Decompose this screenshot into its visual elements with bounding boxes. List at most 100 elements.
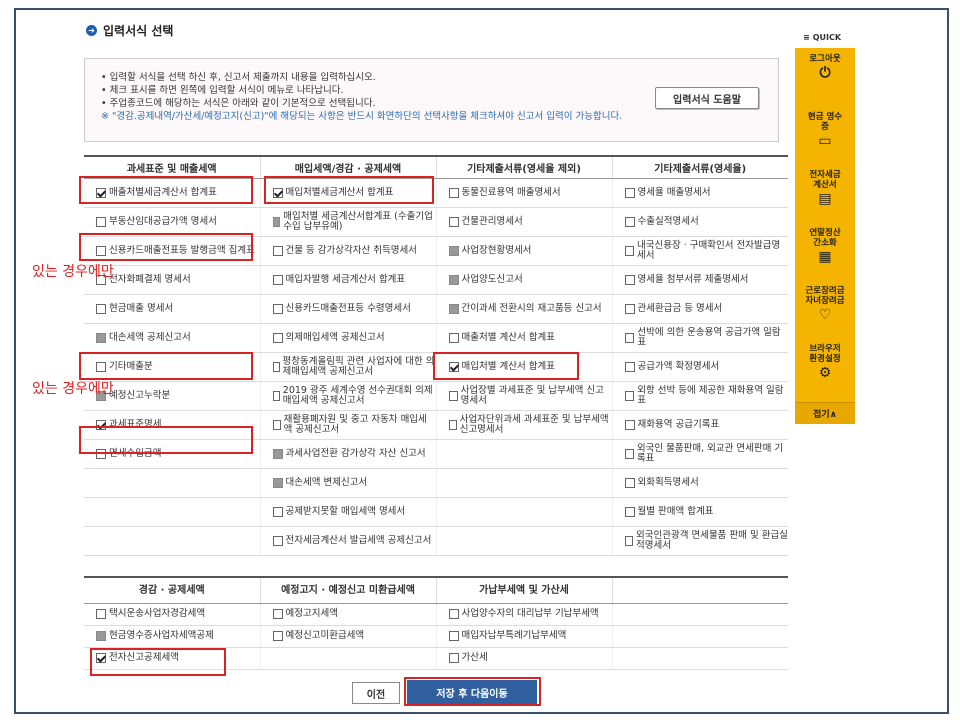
quick-item[interactable]: 연말정산 간소화 ▦ — [795, 228, 855, 286]
form-option-cell[interactable]: 영세율 매출명세서 — [611, 178, 789, 208]
checkbox[interactable] — [96, 609, 106, 619]
checkbox[interactable] — [448, 419, 457, 430]
form-option[interactable]: 현금영수증사업자세액공제 — [96, 631, 260, 641]
form-option-cell[interactable]: 월별 판매액 합계표 — [611, 497, 789, 527]
form-option[interactable]: 영세율 첨부서류 제출명세서 — [624, 274, 789, 285]
form-option[interactable]: 사업양도신고서 — [448, 274, 612, 285]
form-option[interactable]: 부동산임대공급가액 명세서 — [96, 216, 260, 227]
checkbox[interactable] — [624, 506, 635, 517]
form-option-cell[interactable]: 사업양수자의 대리납부 기납부세액 — [435, 603, 612, 626]
form-option[interactable]: 대손세액 변제신고서 — [272, 477, 436, 488]
form-option[interactable]: 공급가액 확정명세서 — [624, 361, 789, 372]
checkbox[interactable] — [272, 245, 283, 256]
form-option[interactable]: 외국인관광객 면세물품 판매 및 환급실적명세서 — [624, 530, 789, 551]
form-option[interactable]: 공제받지못할 매입세액 명세서 — [272, 506, 436, 517]
form-option-cell[interactable]: 사업장현황명세서 — [435, 236, 612, 266]
form-option-cell[interactable]: 신용카드매출전표등 수령명세서 — [259, 294, 436, 324]
form-option[interactable]: 동물진료용역 매출명세서 — [448, 187, 612, 198]
checkbox[interactable] — [624, 187, 635, 198]
form-option-cell[interactable]: 수출실적명세서 — [611, 207, 789, 237]
form-option-cell[interactable]: 택시운송사업자경감세액 — [84, 603, 260, 626]
checkbox[interactable] — [272, 390, 280, 401]
form-option-cell[interactable]: 내국신용장 · 구매확인서 전자발급명세서 — [611, 236, 788, 266]
fold-button[interactable]: 접기∧ — [795, 402, 855, 424]
checkbox[interactable] — [624, 332, 635, 343]
form-option[interactable]: 수출실적명세서 — [624, 216, 789, 227]
form-option[interactable]: 외국인 물품판매, 외교관 면세판매 기록표 — [624, 443, 789, 464]
checkbox[interactable] — [624, 390, 635, 401]
checkbox[interactable] — [448, 631, 459, 641]
form-option-cell[interactable]: 재활용폐자원 및 중고 자동차 매입세액 공제신고서 — [259, 410, 436, 440]
form-option-cell[interactable]: 외항 선박 등에 제공한 재화용역 일람표 — [611, 381, 788, 411]
quick-item[interactable]: 브라우저 환경설정 ⚙ — [795, 344, 855, 402]
form-option-cell[interactable]: 사업자단위과세 과세표준 및 납부세액 신고명세서 — [435, 410, 612, 440]
checkbox[interactable] — [624, 216, 635, 227]
checkbox[interactable] — [272, 631, 283, 641]
checkbox[interactable] — [272, 274, 283, 285]
form-option-cell[interactable]: 현금영수증사업자세액공제 — [84, 625, 260, 648]
checkbox[interactable] — [624, 535, 633, 546]
form-option-cell[interactable]: 평창동계올림픽 관련 사업자에 대한 의제매입세액 공제신고서 — [259, 352, 436, 382]
checkbox[interactable] — [448, 216, 459, 227]
quick-item[interactable]: 로그아웃 ⏻ — [795, 54, 855, 112]
form-option[interactable]: 예정신고미환급세액 — [272, 631, 436, 641]
form-option[interactable]: 사업장별 과세표준 및 납부세액 신고명세서 — [448, 385, 612, 406]
checkbox[interactable] — [624, 274, 635, 285]
form-option[interactable]: 사업자단위과세 과세표준 및 납부세액 신고명세서 — [448, 414, 612, 435]
form-option[interactable]: 간이과세 전환시의 재고품등 신고서 — [448, 303, 612, 314]
form-option[interactable]: 가산세 — [448, 653, 612, 663]
checkbox[interactable] — [272, 332, 283, 343]
checkbox[interactable] — [624, 419, 635, 430]
form-option-cell[interactable]: 사업장별 과세표준 및 납부세액 신고명세서 — [435, 381, 612, 411]
form-option-cell[interactable]: 재화용역 공급기록표 — [611, 410, 789, 440]
form-option[interactable]: 건물 등 감가상각자산 취득명세서 — [272, 245, 436, 256]
quick-item[interactable]: 현금 영수증 ▭ — [795, 112, 855, 170]
checkbox[interactable] — [448, 609, 459, 619]
form-option[interactable]: 과세사업전환 감가상각 자산 신고서 — [272, 448, 436, 459]
form-option[interactable]: 선박에 의한 운송용역 공급가액 일람표 — [624, 327, 789, 348]
form-option-cell[interactable]: 간이과세 전환시의 재고품등 신고서 — [435, 294, 612, 324]
checkbox[interactable] — [448, 332, 459, 343]
form-option-cell[interactable]: 현금매출 명세서 — [84, 294, 260, 324]
form-option-cell[interactable]: 사업양도신고서 — [435, 265, 612, 295]
form-option-cell[interactable]: 부동산임대공급가액 명세서 — [84, 207, 260, 237]
checkbox[interactable] — [448, 653, 459, 663]
form-option-cell[interactable]: 공제받지못할 매입세액 명세서 — [259, 497, 436, 527]
form-option[interactable]: 전자화폐결제 명세서 — [96, 274, 260, 285]
form-option[interactable]: 매입자납부특례기납부세액 — [448, 631, 612, 641]
form-option[interactable]: 대손세액 공제신고서 — [96, 332, 260, 343]
form-option-cell[interactable]: 영세율 첨부서류 제출명세서 — [611, 265, 789, 295]
form-option-cell[interactable]: 매입처별 세금계산서합계표 (수출기업 수입 납부유예) — [259, 207, 436, 237]
form-option-cell[interactable]: 외화획득명세서 — [611, 468, 789, 498]
form-option[interactable]: 월별 판매액 합계표 — [624, 506, 789, 517]
checkbox[interactable] — [624, 477, 635, 488]
checkbox[interactable] — [96, 216, 106, 227]
form-option[interactable]: 외화획득명세서 — [624, 477, 789, 488]
form-option-cell[interactable]: 외국인관광객 면세물품 판매 및 환급실적명세서 — [611, 526, 789, 556]
form-option-cell[interactable]: 공급가액 확정명세서 — [611, 352, 789, 382]
form-option-cell[interactable]: 과세사업전환 감가상각 자산 신고서 — [259, 439, 436, 469]
form-option-cell[interactable]: 외국인 물품판매, 외교관 면세판매 기록표 — [611, 439, 789, 469]
form-option[interactable]: 재화용역 공급기록표 — [624, 419, 789, 430]
form-option[interactable]: 매입처별 세금계산서합계표 (수출기업 수입 납부유예) — [272, 211, 436, 232]
form-option[interactable]: 택시운송사업자경감세액 — [96, 609, 260, 619]
checkbox[interactable] — [272, 535, 283, 546]
form-option-cell[interactable]: 2019 광주 세계수영 선수권대회 의제매입세액 공제신고서 — [259, 381, 436, 411]
form-option[interactable]: 매입자발행 세금계산서 합계표 — [272, 274, 436, 285]
checkbox[interactable] — [272, 361, 280, 372]
quick-item[interactable]: 전자세금 계산서 ▤ — [795, 170, 855, 228]
form-option[interactable]: 현금매출 명세서 — [96, 303, 260, 314]
checkbox[interactable] — [272, 419, 281, 430]
form-option-cell[interactable]: 매입자납부특례기납부세액 — [435, 625, 612, 648]
save-next-button[interactable]: 저장 후 다음이동 — [407, 680, 537, 704]
form-option-cell[interactable]: 건물 등 감가상각자산 취득명세서 — [259, 236, 436, 266]
form-option[interactable]: 영세율 매출명세서 — [624, 187, 789, 198]
checkbox[interactable] — [272, 303, 283, 314]
form-option-cell[interactable]: 관세환급금 등 명세서 — [611, 294, 788, 324]
form-option-cell[interactable]: 대손세액 공제신고서 — [84, 323, 260, 353]
form-option-cell[interactable]: 전자세금계산서 발급세액 공제신고서 — [259, 526, 436, 556]
form-option-cell[interactable]: 예정신고미환급세액 — [259, 625, 436, 648]
form-option[interactable]: 예정신고누락분 — [96, 390, 260, 401]
form-option[interactable]: 신용카드매출전표등 수령명세서 — [272, 303, 436, 314]
form-option-cell[interactable]: 선박에 의한 운송용역 공급가액 일람표 — [611, 323, 789, 353]
